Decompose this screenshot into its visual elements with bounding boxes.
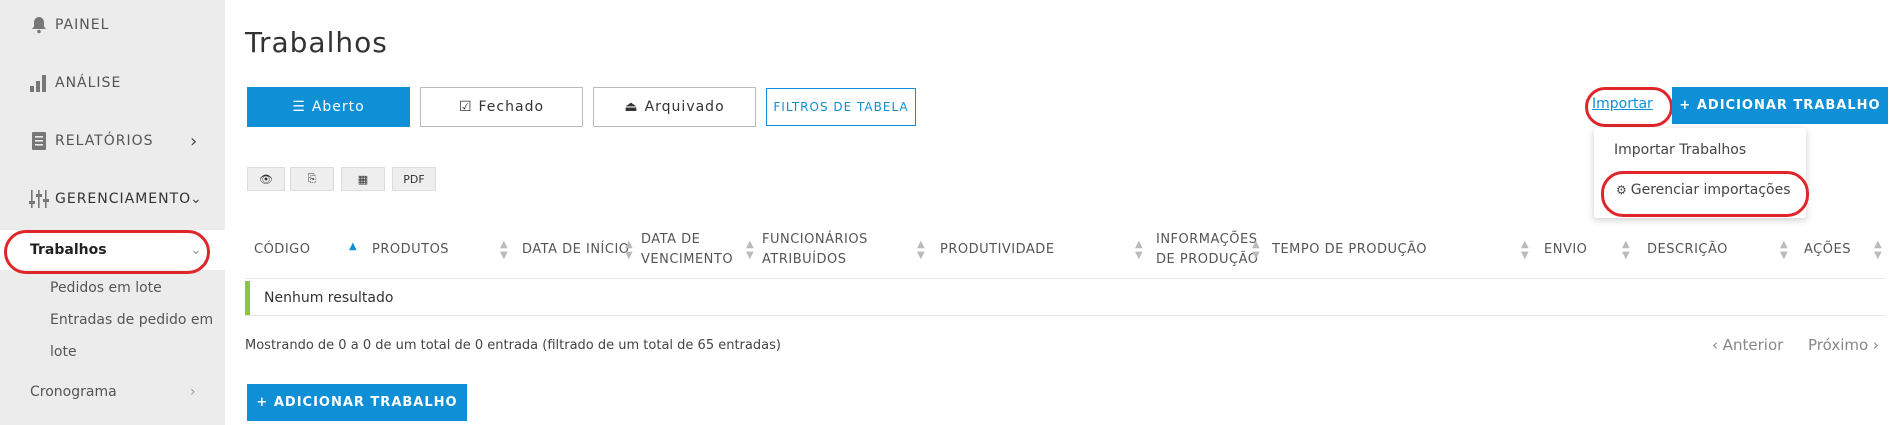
sidebar-link-entradas-de-pedido-cont[interactable]: lote bbox=[50, 344, 77, 360]
pdf-button[interactable]: PDF bbox=[392, 167, 436, 191]
chevron-right-icon: › bbox=[190, 130, 199, 152]
table-info: Mostrando de 0 a 0 de um total de 0 entr… bbox=[245, 338, 781, 353]
sidebar-item-label: ANÁLISE bbox=[55, 75, 122, 91]
menu-item-label: Gerenciar importações bbox=[1630, 182, 1791, 198]
sidebar: PAINEL ANÁLISE RELATÓRIOS › GERENCIAMENT… bbox=[0, 0, 225, 425]
sidebar-item-cronograma[interactable]: Cronograma bbox=[30, 384, 117, 400]
menu-item-manage-imports[interactable]: ⚙ Gerenciar importações bbox=[1616, 182, 1791, 198]
sidebar-item-label: RELATÓRIOS bbox=[55, 133, 154, 149]
column-header-acoes[interactable]: AÇÕES bbox=[1804, 240, 1851, 260]
header-line: VENCIMENTO bbox=[641, 252, 734, 267]
import-dropdown-menu: Importar Trabalhos ⚙ Gerenciar importaçõ… bbox=[1594, 128, 1806, 218]
header-line: INFORMAÇÕES bbox=[1156, 232, 1258, 247]
tab-arquivado[interactable]: ⏏ Arquivado bbox=[593, 87, 756, 127]
sidebar-item-painel[interactable]: PAINEL bbox=[0, 14, 225, 36]
checkbox-icon: ☑ bbox=[458, 99, 473, 115]
sort-icon: ▲ ▼ bbox=[625, 239, 633, 261]
table-filters-button[interactable]: FILTROS DE TABELA bbox=[766, 88, 916, 126]
sliders-icon bbox=[28, 188, 50, 210]
pagination-previous[interactable]: ‹ Anterior bbox=[1712, 336, 1783, 354]
table-divider bbox=[245, 278, 1885, 279]
copy-icon: ⎘ bbox=[307, 172, 317, 185]
header-line: ATRIBUÍDOS bbox=[762, 252, 847, 267]
sort-icon: ▲ ▼ bbox=[1780, 239, 1788, 261]
add-job-button[interactable]: + ADICIONAR TRABALHO bbox=[1672, 87, 1888, 124]
sort-icon: ▲ ▼ bbox=[1521, 239, 1529, 261]
pagination-next[interactable]: Próximo › bbox=[1808, 336, 1879, 354]
csv-button[interactable]: ▦ bbox=[341, 167, 385, 191]
column-header-descricao[interactable]: DESCRIÇÃO bbox=[1647, 240, 1728, 260]
tab-aberto[interactable]: ☰ Aberto bbox=[247, 87, 410, 127]
column-header-envio[interactable]: ENVIO bbox=[1544, 240, 1587, 260]
sort-icon: ▲ ▼ bbox=[917, 239, 925, 261]
sort-icon: ▲ ▼ bbox=[1874, 239, 1882, 261]
tab-label: Fechado bbox=[478, 99, 545, 115]
menu-item-import-jobs[interactable]: Importar Trabalhos bbox=[1614, 142, 1746, 158]
empty-message: Nenhum resultado bbox=[264, 290, 394, 306]
import-link[interactable]: Importar bbox=[1592, 96, 1653, 112]
sidebar-item-label: Trabalhos bbox=[30, 242, 107, 258]
add-job-button-bottom[interactable]: + ADICIONAR TRABALHO bbox=[247, 384, 467, 421]
sidebar-item-analise[interactable]: ANÁLISE bbox=[0, 72, 225, 94]
sort-icon: ▲ ▼ bbox=[1135, 239, 1143, 261]
copy-button[interactable]: ⎘ bbox=[290, 167, 334, 191]
eye-icon: 👁 bbox=[259, 172, 273, 186]
reports-icon bbox=[28, 130, 50, 152]
column-header-data-vencimento[interactable]: DATA DE VENCIMENTO bbox=[641, 230, 733, 270]
chevron-down-icon: ⌄ bbox=[190, 242, 202, 258]
chevron-down-icon: ⌄ bbox=[190, 191, 203, 207]
sidebar-link-pedidos-em-lote[interactable]: Pedidos em lote bbox=[50, 280, 162, 296]
sidebar-item-label: PAINEL bbox=[55, 17, 110, 33]
sort-icon: ▲ ▼ bbox=[746, 239, 754, 261]
table-icon: ▦ bbox=[357, 172, 369, 186]
chevron-right-icon: › bbox=[190, 384, 196, 400]
sidebar-item-gerenciamento[interactable]: GERENCIAMENTO ⌄ bbox=[0, 188, 225, 210]
table-divider bbox=[245, 315, 1885, 316]
empty-row: Nenhum resultado bbox=[245, 281, 1885, 315]
column-header-produtividade[interactable]: PRODUTIVIDADE bbox=[940, 240, 1055, 260]
bar-chart-icon bbox=[28, 72, 50, 94]
column-visibility-button[interactable]: 👁 bbox=[247, 167, 285, 191]
tab-fechado[interactable]: ☑ Fechado bbox=[420, 87, 583, 127]
tab-label: Aberto bbox=[311, 99, 365, 115]
tab-label: Arquivado bbox=[644, 99, 725, 115]
sidebar-item-relatorios[interactable]: RELATÓRIOS › bbox=[0, 130, 225, 152]
column-header-funcionarios[interactable]: FUNCIONÁRIOS ATRIBUÍDOS bbox=[762, 230, 868, 270]
page-title: Trabalhos bbox=[245, 26, 388, 59]
column-header-informacoes[interactable]: INFORMAÇÕES DE PRODUÇÃO bbox=[1156, 230, 1258, 270]
header-line: DATA DE bbox=[641, 232, 701, 247]
sort-icon: ▲ ▼ bbox=[1622, 239, 1630, 261]
gears-icon: ⚙ bbox=[1616, 183, 1627, 197]
sidebar-item-trabalhos[interactable]: Trabalhos ⌄ bbox=[0, 230, 225, 270]
column-header-tempo-producao[interactable]: TEMPO DE PRODUÇÃO bbox=[1272, 240, 1427, 260]
column-header-produtos[interactable]: PRODUTOS bbox=[372, 240, 449, 260]
header-line: FUNCIONÁRIOS bbox=[762, 232, 868, 247]
column-header-data-inicio[interactable]: DATA DE INÍCIO bbox=[522, 240, 630, 260]
column-header-codigo[interactable]: CÓDIGO bbox=[254, 240, 310, 260]
inbox-icon: ⏏ bbox=[624, 99, 639, 115]
sort-asc-icon: ▲ bbox=[349, 241, 357, 252]
sort-icon: ▲ ▼ bbox=[1252, 239, 1260, 261]
sidebar-link-entradas-de-pedido[interactable]: Entradas de pedido em bbox=[50, 312, 213, 328]
header-line: DE PRODUÇÃO bbox=[1156, 252, 1259, 267]
list-icon: ☰ bbox=[292, 99, 306, 115]
sort-icon: ▲ ▼ bbox=[500, 239, 508, 261]
bell-icon bbox=[28, 14, 50, 36]
sidebar-item-label: GERENCIAMENTO bbox=[55, 191, 192, 207]
